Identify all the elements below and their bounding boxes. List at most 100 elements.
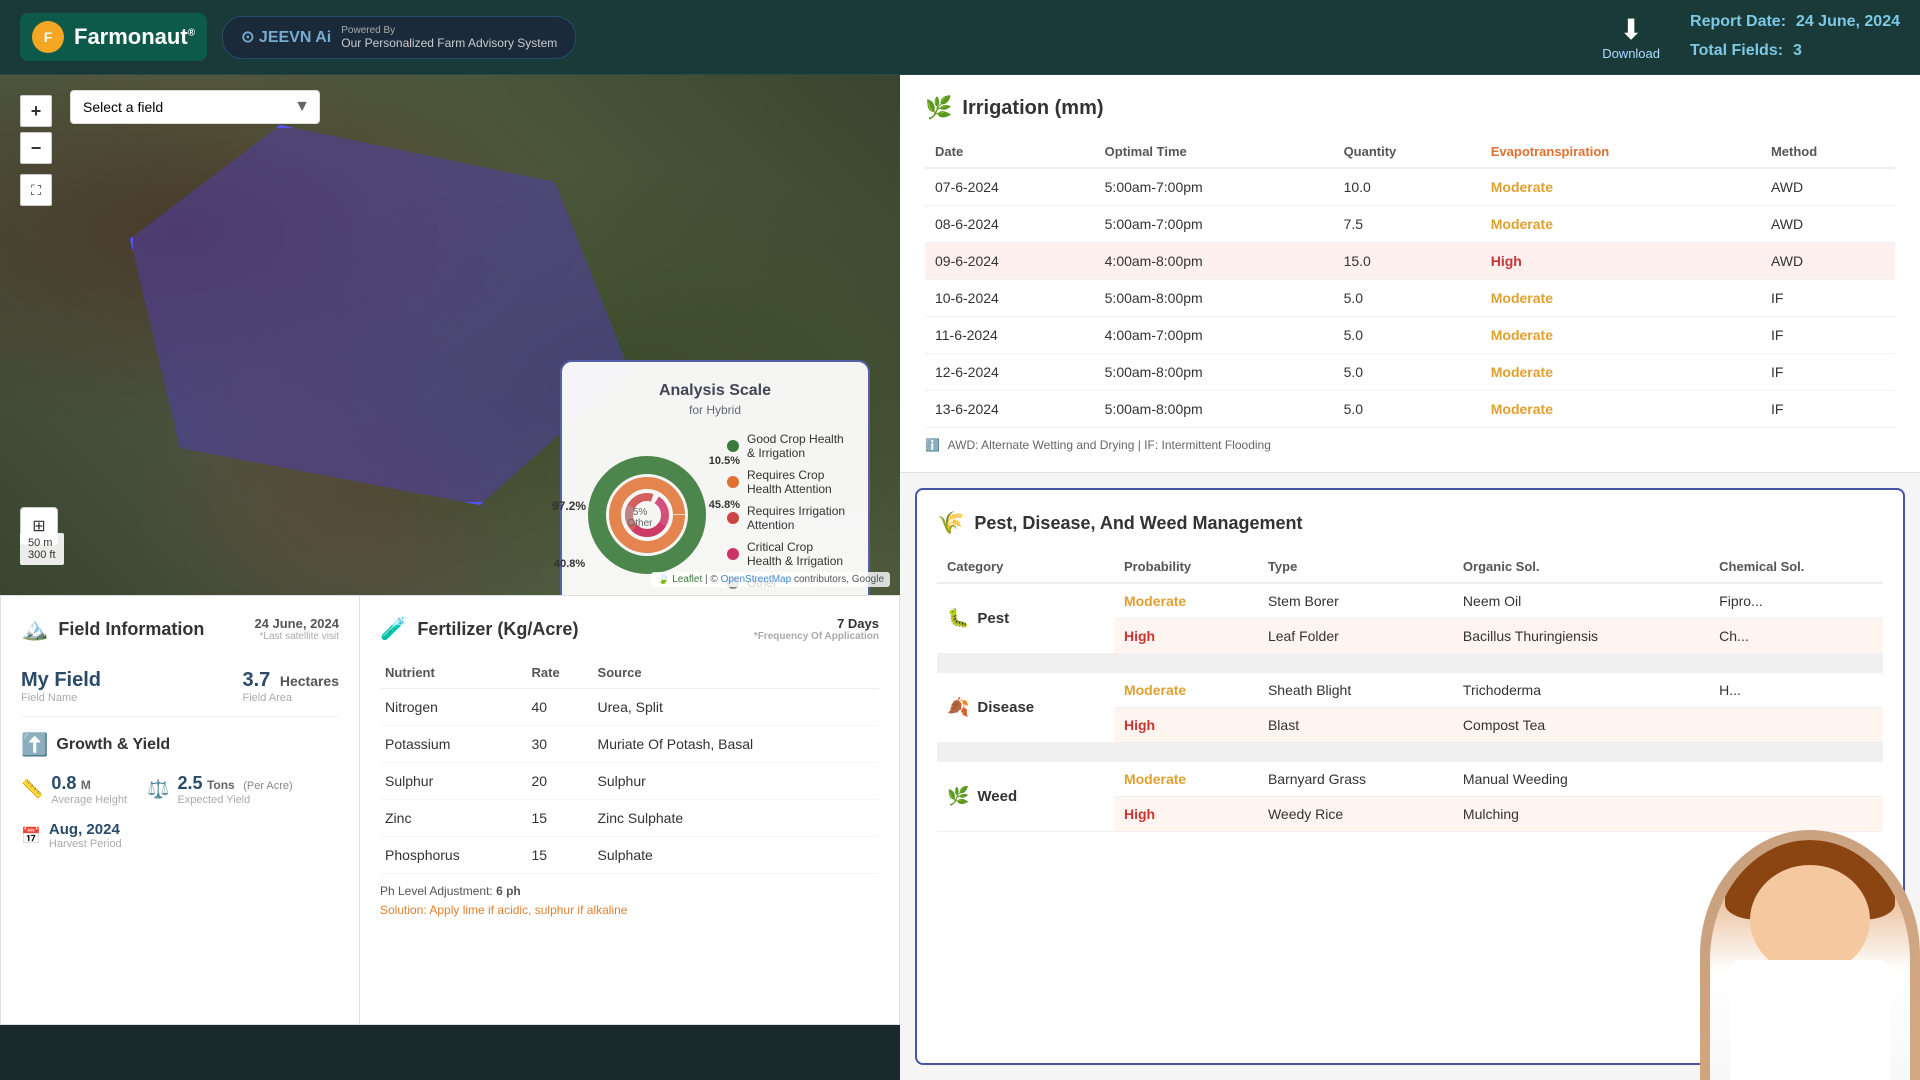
pdw-prob: Moderate [1114,583,1258,619]
zoom-out-button[interactable]: − [20,132,52,164]
irr-date: 09-6-2024 [925,243,1095,280]
pdw-col-probability: Probability [1114,551,1258,583]
field-name-area: My Field Field Name [21,669,101,704]
map-controls: + − ⛶ [20,95,52,206]
irr-time: 5:00am-8:00pm [1095,354,1334,391]
fert-source: Sulphate [593,837,879,874]
irr-date: 12-6-2024 [925,354,1095,391]
pdw-spacer-row [937,743,1883,762]
irr-col-time: Optimal Time [1095,136,1334,168]
irr-table-row: 13-6-2024 5:00am-8:00pm 5.0 Moderate IF [925,391,1895,428]
download-area[interactable]: ⬇ Download [1602,13,1660,61]
pdw-type: Sheath Blight [1258,673,1453,708]
irr-et: Moderate [1481,280,1761,317]
header-right: ⬇ Download Report Date: 24 June, 2024 To… [1602,8,1900,66]
field-area-value: 3.7 Hectares [242,669,339,692]
irr-time: 4:00am-7:00pm [1095,317,1334,354]
fert-col-source: Source [593,657,879,689]
download-icon: ⬇ [1602,13,1660,46]
fert-table-row: Phosphorus 15 Sulphate [380,837,879,874]
irr-table-row: 07-6-2024 5:00am-7:00pm 10.0 Moderate AW… [925,168,1895,206]
irr-method: IF [1761,317,1895,354]
field-date-label: 24 June, 2024 [254,616,339,631]
irr-date: 10-6-2024 [925,280,1095,317]
fert-col-nutrient: Nutrient [380,657,527,689]
field-info-icon: 🏔️ [21,616,48,642]
cat-icon-weed: 🌿 [947,786,969,807]
scale-300ft: 300 ft [28,549,56,561]
pdw-type: Blast [1258,708,1453,743]
solution-note: Solution: Apply lime if acidic, sulphur … [380,903,879,917]
irr-et: Moderate [1481,168,1761,206]
growth-icon: ⬆️ [21,732,48,758]
harvest-label: Harvest Period [49,838,122,850]
pdw-spacer-row [937,654,1883,673]
pdw-col-category: Category [937,551,1114,583]
irr-table-body: 07-6-2024 5:00am-7:00pm 10.0 Moderate AW… [925,168,1895,428]
pdw-col-organic: Organic Sol. [1453,551,1709,583]
ph-note: Ph Level Adjustment: 6 ph [380,884,879,898]
logo-area: F Farmonaut® ⊙ JEEVN Ai Powered By Our P… [20,13,576,61]
legend-dot-good [727,440,739,452]
scale-bar: 50 m 300 ft [20,533,64,565]
irr-time: 5:00am-8:00pm [1095,391,1334,428]
pdw-chemical [1709,708,1883,743]
fert-rate: 20 [527,763,593,800]
irr-time: 5:00am-8:00pm [1095,280,1334,317]
pdw-prob: Moderate [1114,762,1258,797]
irr-method: AWD [1761,206,1895,243]
pdw-col-type: Type [1258,551,1453,583]
field-polygon [130,125,630,505]
bottom-cards: 🏔️ Field Information 24 June, 2024 *Last… [0,595,900,1025]
pdw-organic: Bacillus Thuringiensis [1453,619,1709,654]
pdw-header: 🌾 Pest, Disease, And Weed Management [937,510,1883,536]
pdw-organic: Manual Weeding [1453,762,1709,797]
fert-nutrient: Potassium [380,726,527,763]
field-name-value: My Field [21,669,101,692]
report-info: Report Date: 24 June, 2024 Total Fields:… [1690,8,1900,66]
scale-legend: Good Crop Health & Irrigation Requires C… [727,432,848,595]
pdw-organic: Compost Tea [1453,708,1709,743]
fert-rate: 15 [527,800,593,837]
cat-icon-disease: 🍂 [947,697,969,718]
scale-50m: 50 m [28,537,52,549]
height-icon: 📏 [21,779,43,800]
irrigation-icon: 🌿 [925,95,952,121]
fert-nutrient: Sulphur [380,763,527,800]
field-selector[interactable]: Select a field ▼ [70,90,320,124]
legend-dot-requires-irr [727,512,739,524]
map-area[interactable]: + − ⛶ Select a field ▼ ⊞ Analysis Scale … [0,75,900,595]
field-area-num: 3.7 [242,669,270,691]
field-info-header: 🏔️ Field Information 24 June, 2024 *Last… [21,616,339,642]
fullscreen-button[interactable]: ⛶ [20,174,52,206]
legend-item-requires-crop: Requires Crop Health Attention [727,468,848,496]
growth-header: ⬆️ Growth & Yield [21,732,339,758]
scale-title: Analysis Scale [582,382,848,400]
irr-et: High [1481,243,1761,280]
harvest-values: Aug, 2024 Harvest Period [49,821,122,850]
pdw-type: Barnyard Grass [1258,762,1453,797]
irr-qty: 5.0 [1334,354,1481,391]
irr-qty: 15.0 [1334,243,1481,280]
irr-col-qty: Quantity [1334,136,1481,168]
irr-qty: 5.0 [1334,280,1481,317]
fert-rate: 15 [527,837,593,874]
growth-metrics: 📏 0.8 M Average Height ⚖️ [21,773,339,806]
irr-date: 11-6-2024 [925,317,1095,354]
pdw-table-row: 🍂 Disease Moderate Sheath Blight Trichod… [937,673,1883,708]
irr-method: IF [1761,391,1895,428]
pdw-chemical: Ch... [1709,619,1883,654]
scale-other-label: 5%Other [628,507,653,529]
powered-by-area: Powered By Our Personalized Farm Advisor… [341,25,557,50]
pdw-prob: Moderate [1114,673,1258,708]
total-fields-line: Total Fields: 3 [1690,37,1900,66]
irr-col-et: Evapotranspiration [1481,136,1761,168]
pdw-prob: High [1114,797,1258,832]
fert-source: Urea, Split [593,689,879,726]
zoom-in-button[interactable]: + [20,95,52,127]
field-select-dropdown[interactable]: Select a field [70,90,320,124]
pdw-type: Weedy Rice [1258,797,1453,832]
height-label: Average Height [51,794,127,806]
farmonaut-logo-icon: F [32,21,64,53]
pdw-chemical [1709,762,1883,797]
